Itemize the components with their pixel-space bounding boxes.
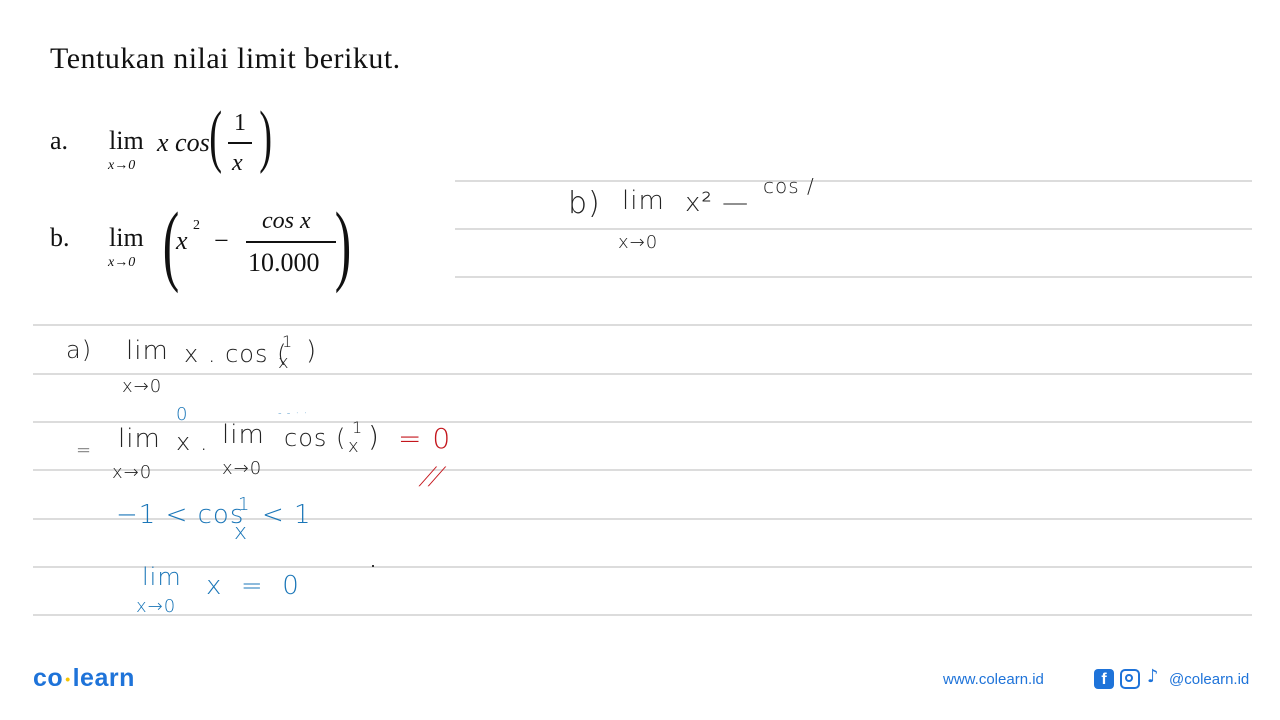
problem-a-close-paren: ) [259,98,273,175]
problem-a-expr: x cos [157,128,210,158]
ruled-line [455,276,1252,278]
problem-b-label: b. [50,223,70,252]
hw-a-l2-frac-den: x [348,436,360,457]
hw-a-l2-frac-num: 1 [352,418,364,437]
problem-b-minus: − [214,226,229,255]
hw-a-l3-left: −1 < cos [116,500,245,530]
hw-a-l1-frac-den: x [278,352,290,373]
ruled-line [33,614,1252,616]
problem-a-frac-num: 1 [234,110,246,136]
tiktok-icon[interactable]: ♪ [1147,666,1159,687]
hw-b-label: b) [568,186,601,221]
logo-dot: • [65,671,71,688]
website-link[interactable]: www.colearn.id [943,671,1044,688]
hw-a-l3-frac-den: x [234,520,249,545]
ruled-line [33,373,1252,375]
ruled-line [33,566,1252,568]
hw-a-l2-eq: = [76,440,93,461]
problem-a-lim: lim [109,126,144,155]
hw-a-l2-close: ) [368,420,380,453]
problem-b-close-paren: ) [334,195,352,294]
ruled-line [33,469,1252,471]
problem-a-expr-text: x cos [157,128,210,157]
hw-a-l2-lim1: lim [118,424,161,454]
ruled-line [455,180,1252,182]
problem-a-frac-line [228,142,252,144]
hw-a-l1-lim-sub: x→0 [122,376,163,397]
hw-b-expr: x² — [685,188,750,218]
hw-a-l1-close: ) [306,336,318,366]
problem-b-lim: lim [109,223,144,252]
problem-b-frac-line [246,241,336,243]
hw-b-lim-sub: x→0 [618,232,659,253]
problem-b-term: x [176,226,188,255]
facebook-icon[interactable]: f [1094,669,1114,689]
hw-a-l2-dots: - - · · [278,408,309,419]
hw-a-l2-lim2: lim [222,420,265,450]
hw-a-l4-lim-sub: x→0 [136,596,177,617]
problem-b-lim-sub: x→0 [108,255,136,270]
hw-a-l2-x: x . [176,428,209,456]
hw-b-lim: lim [622,186,665,216]
social-handle[interactable]: @colearn.id [1169,671,1249,688]
problem-a-label: a. [50,126,69,155]
hw-a-l3-frac-num: 1 [238,494,251,515]
hw-a-l2-lim2-sub: x→0 [222,458,263,479]
logo-text-learn: learn [72,664,135,692]
ruled-line [455,228,1252,230]
ruled-line [33,324,1252,326]
hw-a-l3-right: < 1 [262,500,312,530]
hw-a-l1-lim: lim [126,336,169,366]
hw-a-l2-result: = 0 [398,422,452,455]
problem-title: Tentukan nilai limit berikut. [50,42,401,75]
hw-a-l2-underline-mark: // [415,462,451,490]
hw-a-label: a) [66,336,93,364]
problem-a-frac-den: x [232,150,243,176]
problem-b-exponent: 2 [193,218,200,233]
hw-b-partial: cos / [763,174,815,198]
logo-text-co: co [33,664,64,692]
hw-a-l2-lim1-sub: x→0 [112,462,153,483]
hw-a-l2-cos: cos ( [284,424,356,452]
ruled-line [33,421,1252,423]
instagram-icon[interactable] [1120,669,1140,689]
colearn-logo: co •learn [33,664,135,693]
problem-b-frac-den: 10.000 [248,248,320,277]
stray-dot [372,565,374,567]
hw-a-l4-lim: lim [142,563,182,591]
hw-a-l4-expr: x = 0 [206,571,300,601]
problem-b-frac-num: cos x [262,208,311,234]
problem-a-open-paren: ( [209,98,223,175]
hw-a-l2-x-annotation: 0 [176,404,189,425]
hw-a-l1-frac-num: 1 [282,332,294,351]
problem-a-lim-sub: x→0 [108,158,136,173]
